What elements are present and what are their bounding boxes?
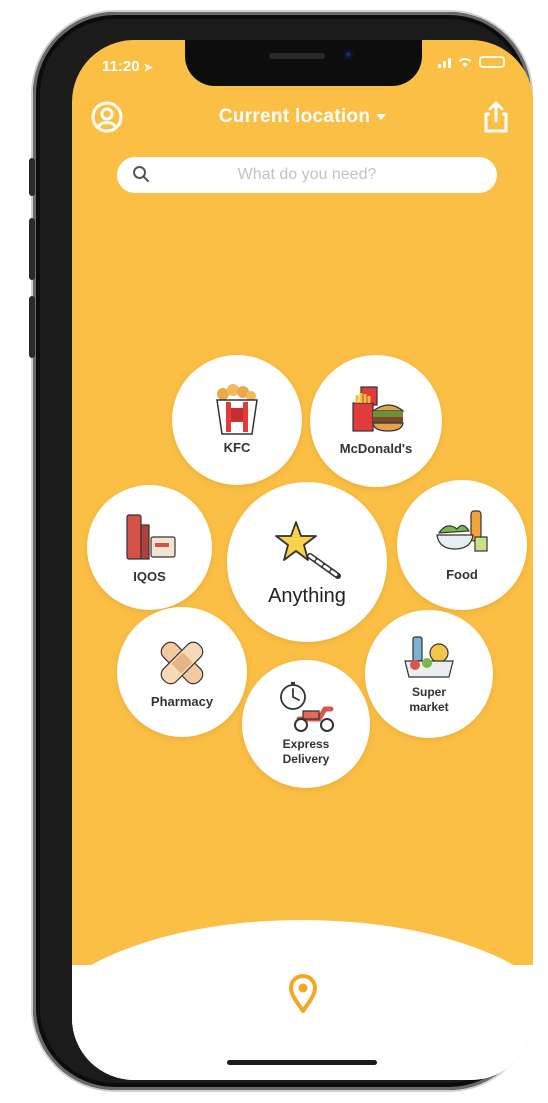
- notch: [185, 40, 422, 86]
- kfc-bucket-icon: [216, 384, 258, 435]
- chevron-down-icon: [376, 113, 387, 120]
- category-label: Anything: [268, 585, 346, 607]
- category-label-line: Delivery: [282, 752, 330, 766]
- speaker: [269, 53, 325, 59]
- signal-icon: [438, 56, 451, 68]
- category-label: Food: [446, 567, 478, 582]
- location-label: Current location: [218, 106, 371, 127]
- category-label: KFC: [223, 440, 251, 455]
- category-mcdonalds[interactable]: McDonald's: [310, 355, 442, 487]
- category-anything[interactable]: Anything: [227, 482, 387, 642]
- battery-icon: [479, 56, 505, 68]
- status-icons: [438, 56, 505, 68]
- location-arrow-icon: ➤: [143, 62, 153, 74]
- bandage-icon: [160, 641, 204, 685]
- category-supermarket[interactable]: Super market: [365, 610, 493, 738]
- category-label-line: Super: [411, 685, 446, 699]
- location-pin-button[interactable]: [287, 972, 319, 1019]
- category-kfc[interactable]: KFC: [172, 355, 302, 485]
- category-label: IQOS: [133, 568, 166, 584]
- food-icon: [436, 510, 488, 552]
- search-input[interactable]: [117, 166, 497, 184]
- phone-side-button: [29, 158, 35, 196]
- category-food[interactable]: Food: [397, 480, 527, 610]
- search-bar[interactable]: [117, 157, 497, 193]
- home-indicator[interactable]: [227, 1060, 377, 1065]
- wifi-icon: [458, 58, 472, 67]
- location-pin-icon: [289, 974, 317, 1013]
- category-label: Super market: [409, 685, 448, 715]
- share-button[interactable]: [481, 100, 513, 136]
- category-label: McDonald's: [339, 441, 413, 456]
- search-icon: [133, 166, 149, 182]
- share-icon: [484, 101, 508, 133]
- magic-wand-icon: [275, 521, 341, 579]
- groceries-icon: [404, 636, 454, 678]
- status-time: 11:20 ➤: [102, 58, 153, 75]
- category-label-line: market: [409, 700, 449, 714]
- category-express-delivery[interactable]: Express Delivery: [242, 660, 370, 788]
- category-label: Pharmacy: [150, 694, 214, 709]
- camera: [343, 49, 354, 60]
- iqos-device-icon: [125, 513, 176, 560]
- phone-side-button: [29, 218, 35, 280]
- app-screen: 11:20 ➤ Current location What do you nee…: [72, 40, 533, 1080]
- mcdonalds-meal-icon: [352, 386, 405, 432]
- category-label: Express Delivery: [283, 737, 330, 767]
- header: Current location: [72, 100, 533, 140]
- category-iqos[interactable]: IQOS: [87, 485, 212, 610]
- category-pharmacy[interactable]: Pharmacy: [117, 607, 247, 737]
- location-selector[interactable]: Current location: [72, 106, 533, 128]
- scooter-delivery-icon: [280, 682, 334, 732]
- phone-side-button: [29, 296, 35, 358]
- category-label-line: Express: [282, 737, 330, 751]
